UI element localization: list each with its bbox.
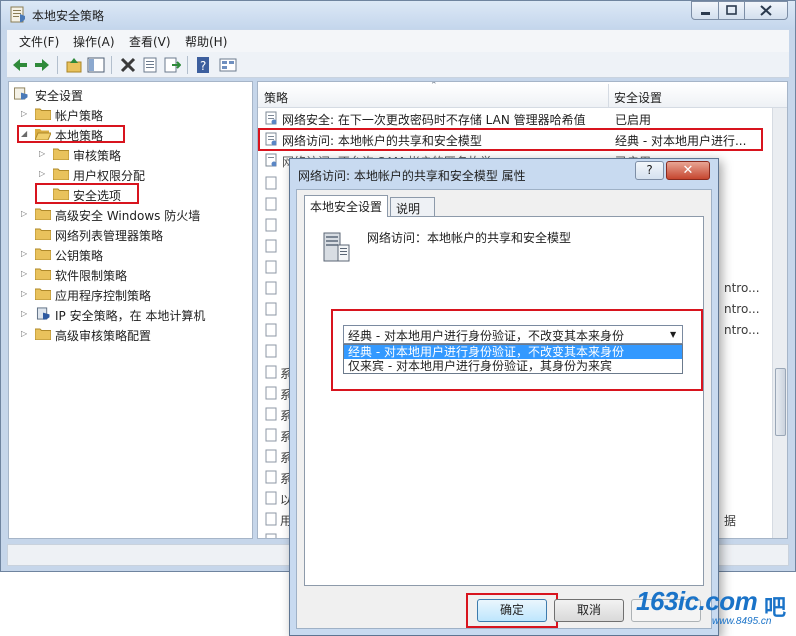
server-policy-icon bbox=[323, 232, 350, 262]
watermark: 163ic.com 吧 www.8495.cn bbox=[618, 586, 794, 634]
tree-item-public-key[interactable]: ▷ 公钥策略 bbox=[21, 245, 251, 263]
properties-icon[interactable] bbox=[141, 56, 159, 74]
chevron-right-icon[interactable]: ▷ bbox=[39, 169, 49, 179]
chevron-right-icon[interactable]: ▷ bbox=[21, 249, 31, 259]
policy-doc-icon bbox=[265, 111, 277, 125]
tab-explain[interactable]: 说明 bbox=[390, 197, 435, 217]
folder-icon bbox=[35, 228, 51, 240]
menu-view[interactable]: 查看(V) bbox=[129, 33, 171, 50]
tree-root[interactable]: 安全设置 bbox=[13, 85, 133, 103]
minimize-icon bbox=[701, 12, 710, 15]
menu-file[interactable]: 文件(F) bbox=[19, 33, 59, 50]
menu-action[interactable]: 操作(A) bbox=[73, 33, 115, 50]
forward-icon[interactable] bbox=[33, 56, 51, 74]
chevron-right-icon[interactable]: ▷ bbox=[21, 209, 31, 219]
vertical-scrollbar[interactable] bbox=[772, 108, 787, 538]
policy-doc-icons bbox=[265, 176, 277, 538]
tree-item-user-rights[interactable]: ▷ 用户权限分配 bbox=[39, 165, 229, 183]
sort-up-icon: ⌃ bbox=[430, 81, 438, 91]
list-row[interactable]: 网络安全: 在下一次更改密码时不存储 LAN 管理器哈希值 已启用 bbox=[260, 108, 770, 129]
ok-button[interactable]: 确定 bbox=[477, 599, 547, 622]
policy-name-label: 网络访问：本地帐户的共享和安全模型 bbox=[367, 231, 572, 245]
tab-local-security-setting[interactable]: 本地安全设置 bbox=[304, 195, 389, 217]
title-bar: 本地安全策略 bbox=[1, 1, 795, 29]
minimize-button[interactable] bbox=[691, 1, 719, 20]
up-folder-icon[interactable] bbox=[65, 56, 83, 74]
folder-icon bbox=[35, 268, 51, 280]
tree-item-software-restriction[interactable]: ▷ 软件限制策略 bbox=[21, 265, 251, 283]
chevron-down-icon: ▼ bbox=[670, 330, 677, 339]
folder-icon bbox=[35, 248, 51, 260]
tree-item-advanced-audit[interactable]: ▷ 高级审核策略配置 bbox=[21, 325, 251, 343]
back-icon[interactable] bbox=[11, 56, 29, 74]
tree-item-network-list[interactable]: 网络列表管理器策略 bbox=[21, 225, 251, 243]
export-list-icon[interactable] bbox=[163, 56, 181, 74]
menu-help[interactable]: 帮助(H) bbox=[185, 33, 227, 50]
chevron-right-icon[interactable]: ▷ bbox=[21, 289, 31, 299]
close-button[interactable] bbox=[744, 1, 788, 20]
tree-item-firewall[interactable]: ▷ 高级安全 Windows 防火墙 bbox=[21, 205, 251, 223]
toolbar: ? bbox=[7, 52, 789, 78]
ip-security-icon bbox=[36, 307, 50, 320]
tree-item-app-control[interactable]: ▷ 应用程序控制策略 bbox=[21, 285, 251, 303]
maximize-button[interactable] bbox=[718, 1, 745, 20]
view-icon[interactable] bbox=[219, 56, 237, 74]
option-guest-only[interactable]: 仅来宾 - 对本地用户进行身份验证，其身份为来宾 bbox=[344, 359, 682, 373]
policy-doc-icon bbox=[265, 153, 277, 167]
security-policy-icon bbox=[10, 6, 25, 23]
watermark-text: 163ic.com bbox=[636, 586, 758, 616]
option-classic[interactable]: 经典 - 对本地用户进行身份验证，不改变其本来身份 bbox=[344, 345, 682, 359]
tree-item-ip-security[interactable]: ▷ IP 安全策略，在 本地计算机 bbox=[21, 305, 251, 323]
restore-icon bbox=[726, 5, 737, 15]
menu-bar: 文件(F) 操作(A) 查看(V) 帮助(H) bbox=[7, 30, 789, 52]
close-icon bbox=[760, 5, 772, 16]
column-policy[interactable]: 策略 bbox=[264, 89, 288, 106]
watermark-url: www.8495.cn bbox=[712, 616, 772, 627]
folder-icon bbox=[35, 288, 51, 300]
show-hide-tree-icon[interactable] bbox=[87, 56, 105, 74]
column-security-setting[interactable]: 安全设置 bbox=[614, 89, 662, 106]
dropdown-list: 经典 - 对本地用户进行身份验证，不改变其本来身份 仅来宾 - 对本地用户进行身… bbox=[343, 344, 683, 374]
properties-dialog: 网络访问: 本地帐户的共享和安全模型 属性 ? ✕ 本地安全设置 说明 网络访问… bbox=[289, 158, 719, 636]
folder-icon bbox=[53, 148, 69, 160]
chevron-right-icon[interactable]: ▷ bbox=[21, 109, 31, 119]
chevron-right-icon[interactable]: ▷ bbox=[21, 269, 31, 279]
highlight-box bbox=[35, 183, 139, 204]
tree-item-audit-policy[interactable]: ▷ 审核策略 bbox=[39, 145, 229, 163]
dialog-close-button[interactable]: ✕ bbox=[666, 161, 710, 180]
dialog-body: 本地安全设置 说明 网络访问：本地帐户的共享和安全模型 经典 - 对本地用户进行… bbox=[296, 189, 712, 629]
help-icon[interactable]: ? bbox=[195, 56, 213, 74]
folder-icon bbox=[35, 208, 51, 220]
tab-panel: 网络访问：本地帐户的共享和安全模型 经典 - 对本地用户进行身份验证，不改变其本… bbox=[304, 216, 704, 586]
tree-pane: 安全设置 ▷ 帐户策略 ◢ 本地策略 ▷ 审核策略 ▷ 用户权限分配 安全选项 bbox=[8, 81, 253, 539]
security-model-select[interactable]: 经典 - 对本地用户进行身份验证，不改变其本来身份 ▼ bbox=[343, 325, 683, 344]
delete-icon[interactable] bbox=[119, 56, 137, 74]
highlight-box bbox=[17, 125, 125, 143]
chevron-right-icon[interactable]: ▷ bbox=[21, 329, 31, 339]
scroll-thumb[interactable] bbox=[775, 368, 786, 436]
cancel-button[interactable]: 取消 bbox=[554, 599, 624, 622]
dialog-title: 网络访问: 本地帐户的共享和安全模型 属性 bbox=[298, 169, 526, 183]
list-header: 策略 ⌃ 安全设置 bbox=[258, 81, 787, 108]
folder-icon bbox=[53, 168, 69, 180]
window-title: 本地安全策略 bbox=[32, 9, 105, 23]
folder-icon bbox=[35, 108, 51, 120]
chevron-right-icon[interactable]: ▷ bbox=[21, 309, 31, 319]
highlight-box bbox=[258, 128, 763, 151]
chevron-right-icon[interactable]: ▷ bbox=[39, 149, 49, 159]
tree-item-account-policy[interactable]: ▷ 帐户策略 bbox=[21, 105, 221, 123]
folder-icon bbox=[35, 328, 51, 340]
security-settings-icon bbox=[14, 87, 28, 100]
svg-text:?: ? bbox=[200, 59, 206, 73]
help-button[interactable]: ? bbox=[635, 161, 664, 180]
